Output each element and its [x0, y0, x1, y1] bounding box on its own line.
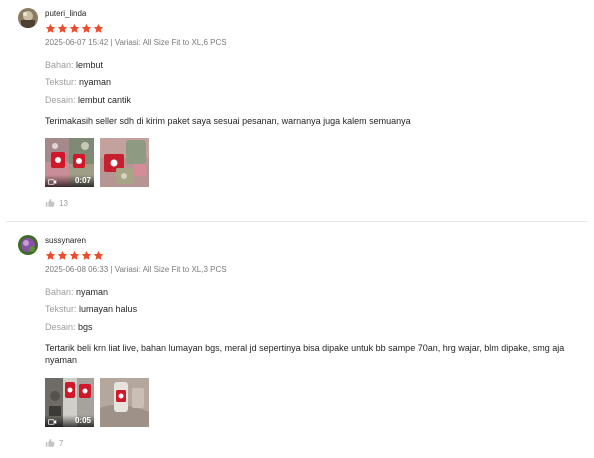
review-variant: Variasi: All Size Fit to XL,3 PCS — [114, 265, 227, 274]
attribute-key: Tekstur: — [45, 77, 77, 87]
star-icon — [57, 250, 68, 261]
attribute-row: Desain: lembut cantik — [45, 95, 131, 106]
attribute-key: Bahan: — [45, 287, 74, 297]
review-image-thumbnail[interactable] — [100, 378, 149, 427]
attribute-value: lumayan halus — [79, 304, 138, 314]
review-meta: 2025-06-07 15:42 | Variasi: All Size Fit… — [45, 38, 227, 47]
video-duration: 0:07 — [74, 176, 91, 185]
review-comment: Tertarik beli krn liat live, bahan lumay… — [45, 343, 565, 365]
attribute-value: lembut cantik — [78, 95, 132, 105]
reviewer-username[interactable]: sussynaren — [45, 236, 227, 246]
review-date: 2025-06-07 15:42 — [45, 38, 109, 47]
attribute-key: Desain: — [45, 95, 76, 105]
reviewer-username[interactable]: puteri_linda — [45, 9, 227, 19]
review-video-thumbnail[interactable]: 0:05 — [45, 378, 94, 427]
star-icon — [57, 23, 68, 34]
attribute-value: nyaman — [76, 287, 109, 297]
avatar[interactable] — [18, 8, 38, 28]
review-media: 0:07 — [45, 138, 149, 187]
avatar[interactable] — [18, 235, 38, 255]
attribute-key: Bahan: — [45, 60, 74, 70]
review-image-thumbnail[interactable] — [100, 138, 149, 187]
review-meta: 2025-06-08 06:33 | Variasi: All Size Fit… — [45, 265, 227, 274]
star-icon — [81, 250, 92, 261]
star-icon — [69, 23, 80, 34]
like-count: 13 — [59, 198, 68, 208]
attribute-row: Desain: bgs — [45, 322, 93, 333]
like-button[interactable]: 13 — [45, 198, 68, 208]
attribute-row: Bahan: nyaman — [45, 287, 108, 298]
like-count: 7 — [59, 438, 64, 448]
star-icon — [93, 23, 104, 34]
star-icon — [45, 23, 56, 34]
attribute-key: Desain: — [45, 322, 76, 332]
attribute-row: Bahan: lembut — [45, 60, 103, 71]
attribute-value: lembut — [76, 60, 104, 70]
thumbs-up-icon — [45, 198, 55, 208]
review-divider — [6, 221, 588, 222]
star-icon — [69, 250, 80, 261]
review-video-thumbnail[interactable]: 0:07 — [45, 138, 94, 187]
star-rating — [45, 23, 227, 34]
attribute-value: nyaman — [79, 77, 112, 87]
attribute-row: Tekstur: nyaman — [45, 77, 111, 88]
star-icon — [93, 250, 104, 261]
attribute-value: bgs — [78, 322, 93, 332]
attribute-row: Tekstur: lumayan halus — [45, 304, 137, 315]
like-button[interactable]: 7 — [45, 438, 63, 448]
review-comment: Terimakasih seller sdh di kirim paket sa… — [45, 116, 411, 126]
star-rating — [45, 250, 227, 261]
attribute-key: Tekstur: — [45, 304, 77, 314]
video-camera-icon — [48, 419, 57, 425]
video-duration: 0:05 — [74, 416, 91, 425]
review-date: 2025-06-08 06:33 — [45, 265, 109, 274]
review-media: 0:05 — [45, 378, 149, 427]
star-icon — [81, 23, 92, 34]
star-icon — [45, 250, 56, 261]
thumbs-up-icon — [45, 438, 55, 448]
review-variant: Variasi: All Size Fit to XL,6 PCS — [114, 38, 227, 47]
video-camera-icon — [48, 179, 57, 185]
